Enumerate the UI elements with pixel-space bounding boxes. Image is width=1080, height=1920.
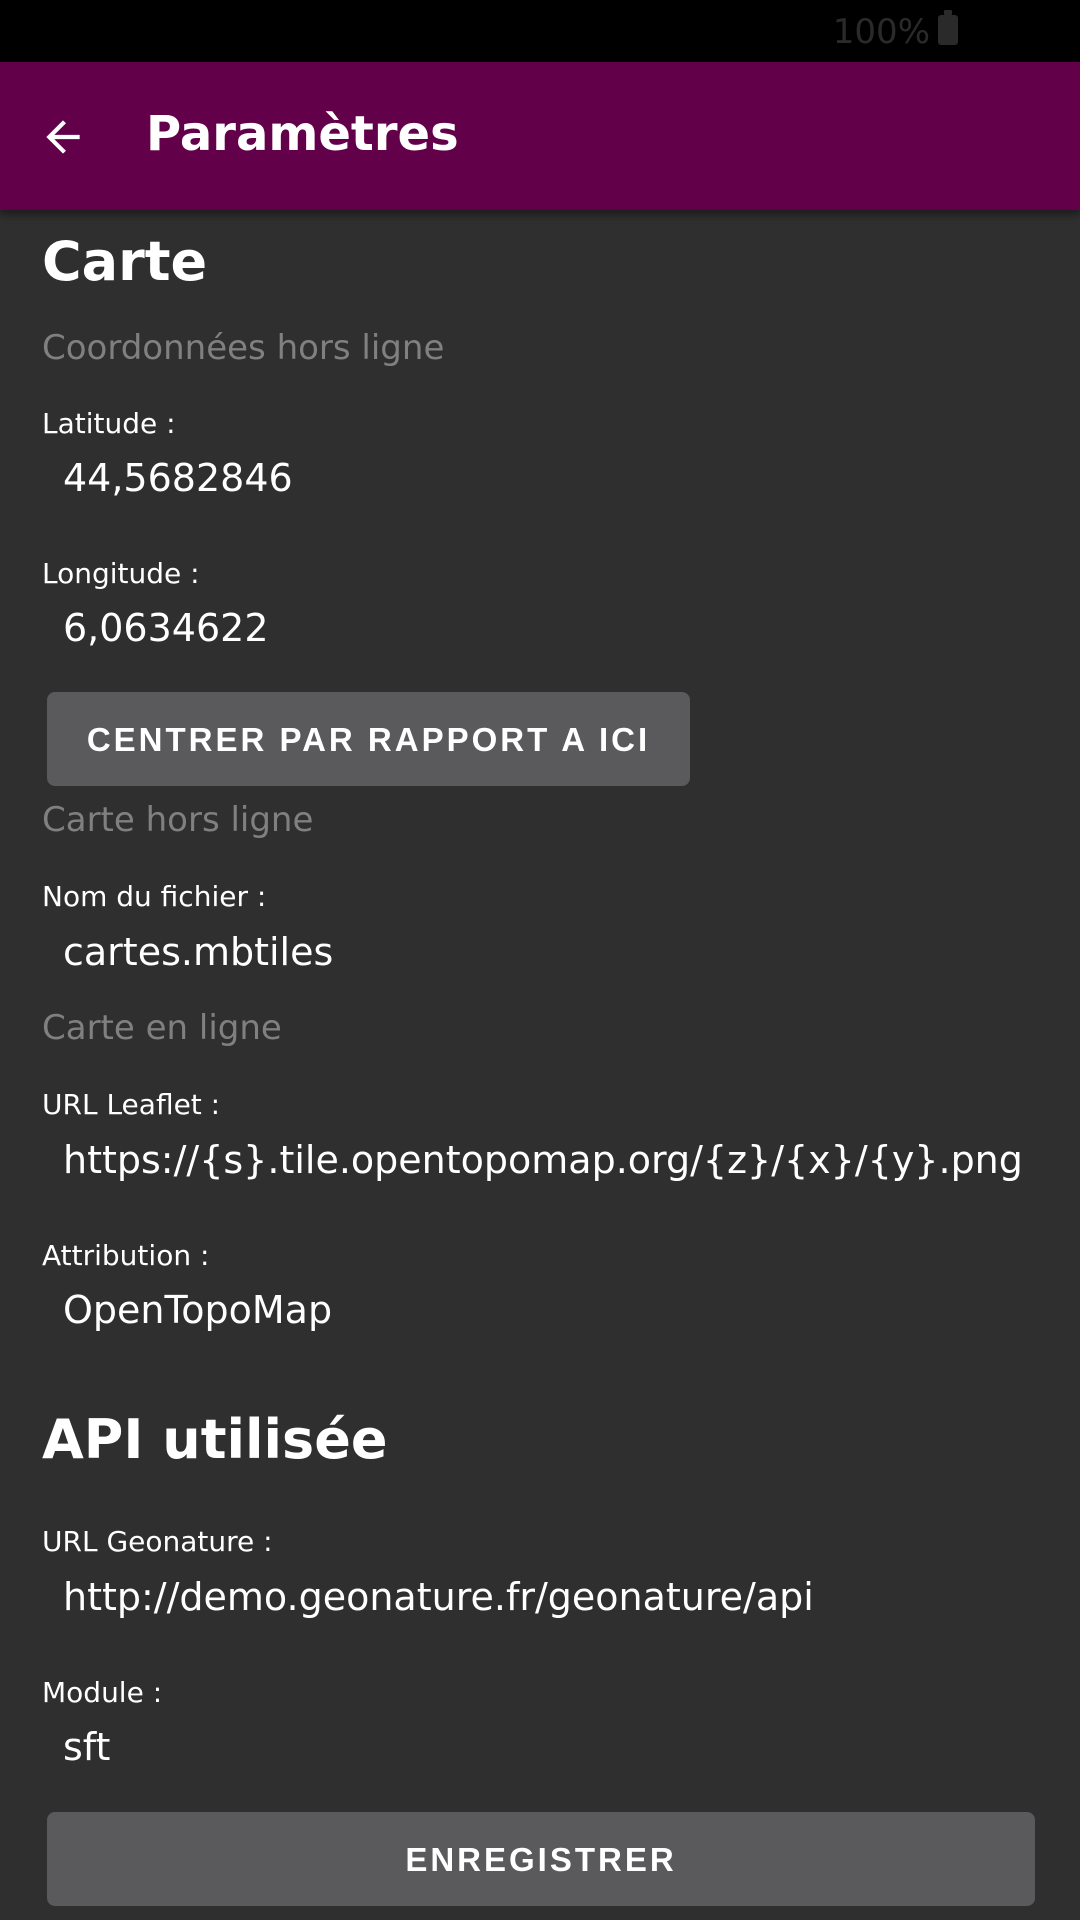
- module-label: Module :: [42, 1676, 163, 1709]
- longitude-label: Longitude :: [42, 557, 200, 590]
- center-here-button[interactable]: CENTRER PAR RAPPORT A ICI: [47, 692, 690, 786]
- attribution-field[interactable]: OpenTopoMap: [63, 1286, 332, 1334]
- module-field[interactable]: sft: [63, 1723, 110, 1771]
- status-bar: 100%: [0, 0, 1080, 62]
- battery-full-icon: [938, 10, 958, 45]
- subheading-offline-coords: Coordonnées hors ligne: [42, 328, 445, 368]
- subheading-offline-map: Carte hors ligne: [42, 800, 314, 840]
- save-button[interactable]: ENREGISTRER: [47, 1812, 1035, 1906]
- latitude-field[interactable]: 44,5682846: [63, 454, 293, 502]
- geonature-url-label: URL Geonature :: [42, 1525, 273, 1558]
- app-bar: Paramètres: [0, 62, 1080, 210]
- battery-percent: 100%: [832, 12, 930, 52]
- page-title: Paramètres: [146, 106, 459, 162]
- leaflet-url-field[interactable]: https://{s}.tile.opentopomap.org/{z}/{x}…: [63, 1136, 1023, 1184]
- attribution-label: Attribution :: [42, 1239, 210, 1272]
- filename-label: Nom du fichier :: [42, 880, 267, 913]
- filename-field[interactable]: cartes.mbtiles: [63, 928, 333, 976]
- geonature-url-field[interactable]: http://demo.geonature.fr/geonature/api: [63, 1573, 814, 1621]
- section-heading-map: Carte: [42, 230, 208, 293]
- arrow-back-icon[interactable]: [38, 112, 88, 162]
- latitude-label: Latitude :: [42, 407, 176, 440]
- settings-content[interactable]: Carte Coordonnées hors ligne Latitude : …: [0, 210, 1080, 1920]
- leaflet-url-label: URL Leaflet :: [42, 1088, 221, 1121]
- longitude-field[interactable]: 6,0634622: [63, 604, 269, 652]
- section-heading-api: API utilisée: [42, 1408, 388, 1471]
- subheading-online-map: Carte en ligne: [42, 1008, 282, 1048]
